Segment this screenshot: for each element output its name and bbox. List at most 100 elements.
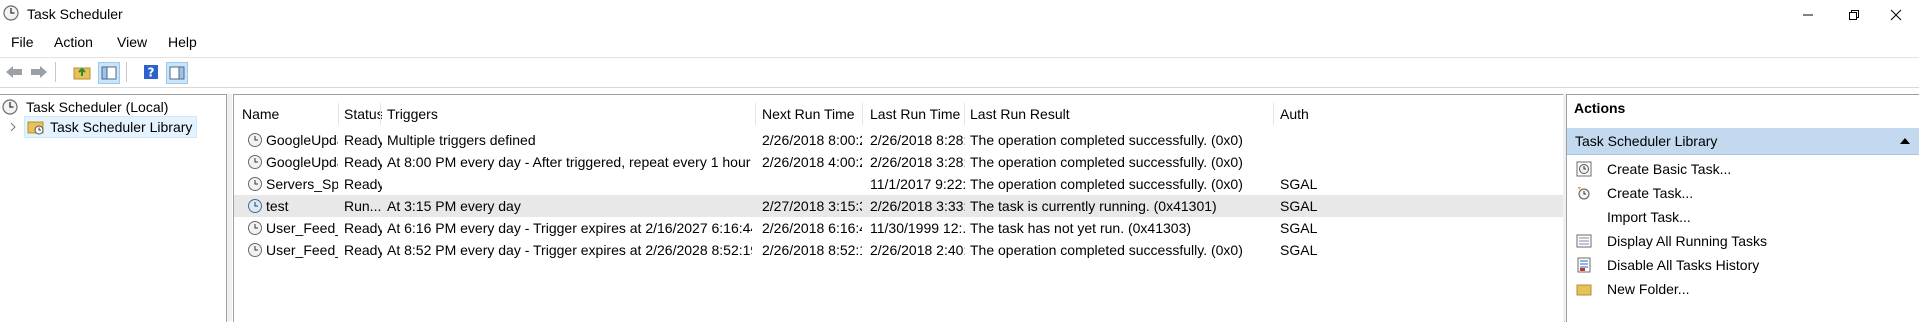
task-scheduler-icon [2, 99, 18, 115]
close-icon [1890, 9, 1902, 21]
task-last-result: The task has not yet run. (0x41303) [970, 220, 1192, 236]
column-header-author[interactable]: Auth [1280, 106, 1320, 122]
task-status: Ready [344, 132, 382, 148]
task-author: SGAL [1280, 242, 1318, 258]
task-clock-icon [248, 221, 262, 235]
minimize-icon [1803, 14, 1813, 16]
column-header-triggers[interactable]: Triggers [387, 106, 747, 122]
toolbar-separator [126, 62, 127, 82]
task-status: Ready [344, 176, 382, 192]
task-clock-icon [248, 155, 262, 169]
task-name: User_Feed_S... [266, 220, 338, 236]
close-button[interactable] [1873, 0, 1919, 30]
action-create-basic-task[interactable]: Create Basic Task... [1567, 157, 1919, 181]
action-label: Import Task... [1607, 209, 1691, 225]
task-status: Run... [344, 198, 382, 214]
task-clock-icon [248, 177, 262, 191]
task-name: test [266, 198, 289, 214]
minimize-button[interactable] [1785, 0, 1831, 30]
column-divider[interactable] [1273, 103, 1274, 125]
action-pane-icon [169, 66, 185, 80]
task-clock-icon [248, 133, 262, 147]
table-row[interactable]: User_Feed_S... Ready At 8:52 PM every da… [234, 239, 1564, 261]
forward-button[interactable] [29, 62, 49, 82]
collapse-up-icon[interactable] [1900, 137, 1910, 145]
column-header-status[interactable]: Status [344, 106, 382, 122]
folder-clock-icon [27, 121, 44, 135]
toolbar: ? [0, 57, 1919, 88]
restore-button[interactable] [1831, 0, 1877, 30]
column-header-last-result[interactable]: Last Run Result [970, 106, 1270, 122]
task-last-result: The operation completed successfully. (0… [970, 132, 1243, 148]
table-row[interactable]: User_Feed_S... Ready At 6:16 PM every da… [234, 217, 1564, 239]
tree-item-library[interactable]: Task Scheduler Library [8, 116, 198, 138]
column-header-next-run[interactable]: Next Run Time [762, 106, 862, 122]
action-create-task[interactable]: Create Task... [1567, 181, 1919, 205]
help-button[interactable]: ? [141, 62, 161, 82]
up-folder-button[interactable] [72, 62, 92, 82]
task-list: Name Status Triggers Next Run Time Last … [233, 94, 1565, 322]
task-next-run: 2/26/2018 4:00:2... [762, 154, 862, 170]
action-disable-history[interactable]: Disable All Tasks History [1567, 253, 1919, 277]
back-button[interactable] [4, 62, 24, 82]
table-header: Name Status Triggers Next Run Time Last … [234, 103, 1564, 125]
toolbar-separator [55, 62, 56, 82]
task-status: Ready [344, 242, 382, 258]
table-row-selected[interactable]: test Run... At 3:15 PM every day 2/27/20… [234, 195, 1564, 217]
task-next-run: 2/27/2018 3:15:3... [762, 198, 862, 214]
pane-splitter[interactable] [227, 94, 232, 321]
column-divider[interactable] [862, 103, 863, 125]
table-row[interactable]: GoogleUpda... Ready At 8:00 PM every day… [234, 151, 1564, 173]
show-hide-tree-button[interactable] [98, 62, 120, 84]
navigation-tree: Task Scheduler (Local) Task Scheduler Li… [0, 94, 227, 322]
task-status: Ready [344, 220, 382, 236]
column-header-last-run[interactable]: Last Run Time [870, 106, 965, 122]
help-icon: ? [144, 65, 158, 80]
column-divider[interactable] [964, 103, 965, 125]
menu-file[interactable]: File [11, 34, 34, 50]
column-divider[interactable] [755, 103, 756, 125]
task-last-result: The operation completed successfully. (0… [970, 242, 1243, 258]
task-name: Servers_Spac... [266, 176, 338, 192]
column-divider[interactable] [338, 103, 339, 125]
table-row[interactable]: Servers_Spac... Ready 11/1/2017 9:22:...… [234, 173, 1564, 195]
history-icon [1577, 257, 1591, 273]
task-author: SGAL [1280, 220, 1318, 236]
title-bar: Task Scheduler [0, 0, 1919, 30]
table-row[interactable]: GoogleUpda... Ready Multiple triggers de… [234, 129, 1564, 151]
chevron-right-icon[interactable] [8, 122, 18, 132]
folder-icon [1576, 284, 1592, 296]
task-status: Ready [344, 154, 382, 170]
task-triggers: Multiple triggers defined [387, 132, 536, 148]
action-label: Create Basic Task... [1607, 161, 1732, 177]
task-last-run: 2/26/2018 3:28:... [870, 154, 965, 170]
actions-section-header[interactable]: Task Scheduler Library [1567, 128, 1919, 155]
console-tree-icon [101, 66, 117, 80]
column-header-name[interactable]: Name [242, 106, 332, 122]
actions-section-label: Task Scheduler Library [1575, 133, 1718, 149]
action-display-running[interactable]: Display All Running Tasks [1567, 229, 1919, 253]
actions-pane: Actions Task Scheduler Library Create Ba… [1566, 94, 1919, 322]
tree-library-label: Task Scheduler Library [50, 119, 193, 135]
tree-item-root[interactable]: Task Scheduler (Local) [2, 97, 168, 117]
action-new-folder[interactable]: New Folder... [1567, 277, 1919, 301]
menu-view[interactable]: View [117, 34, 147, 50]
action-label: Display All Running Tasks [1607, 233, 1768, 249]
window-title: Task Scheduler [27, 6, 123, 22]
column-divider[interactable] [380, 103, 381, 125]
show-hide-action-pane-button[interactable] [166, 62, 188, 84]
menu-help[interactable]: Help [168, 34, 197, 50]
task-last-result: The operation completed successfully. (0… [970, 176, 1243, 192]
task-next-run: 2/26/2018 6:16:4... [762, 220, 862, 236]
task-next-run: 2/26/2018 8:00:2... [762, 132, 862, 148]
task-last-run: 2/26/2018 3:33:... [870, 198, 965, 214]
tree-root-label: Task Scheduler (Local) [26, 99, 169, 115]
action-import-task[interactable]: Import Task... [1567, 205, 1919, 229]
forward-arrow-icon [31, 66, 47, 78]
menu-action[interactable]: Action [54, 34, 93, 50]
svg-text:?: ? [148, 66, 155, 80]
action-label: New Folder... [1607, 281, 1690, 297]
task-last-run: 2/26/2018 8:28:... [870, 132, 965, 148]
action-label: Create Task... [1607, 185, 1694, 201]
create-basic-task-icon [1576, 161, 1592, 177]
